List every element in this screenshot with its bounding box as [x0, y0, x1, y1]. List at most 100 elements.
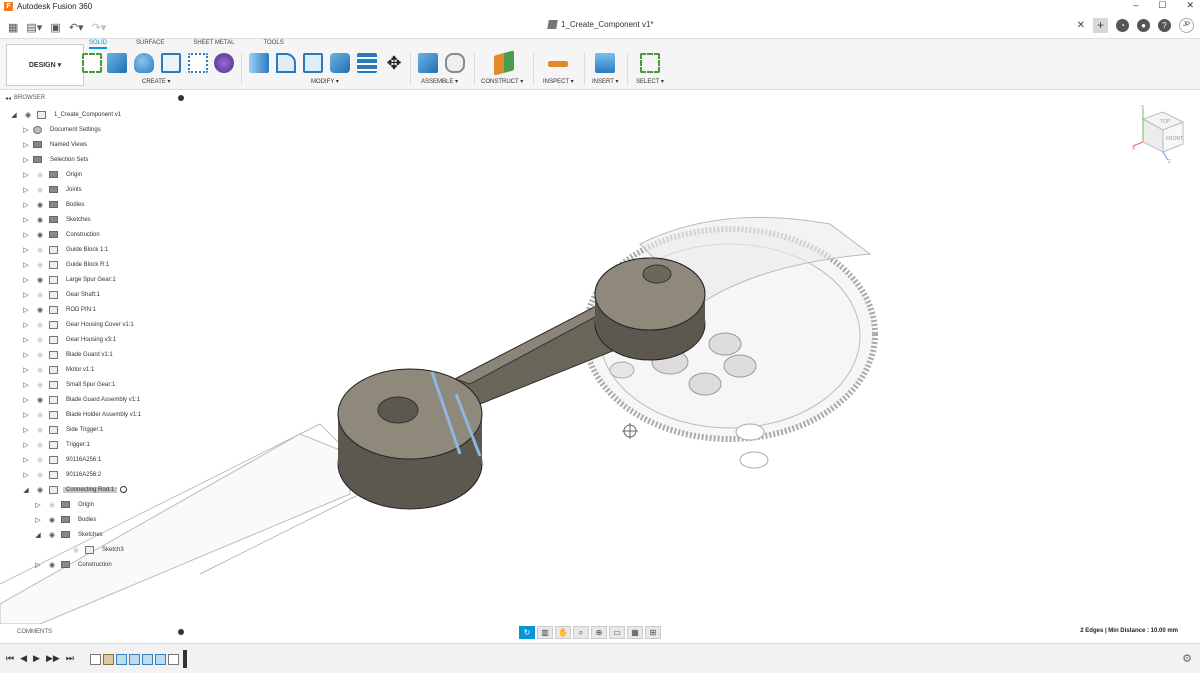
timeline-feature-item[interactable]: [116, 653, 127, 665]
expand-arrow-icon[interactable]: ▷: [22, 156, 30, 164]
help-icon[interactable]: ?: [1158, 19, 1171, 32]
press-pull-icon[interactable]: [249, 53, 269, 73]
file-menu-icon[interactable]: ▤▾: [26, 21, 42, 34]
new-component-icon[interactable]: [418, 53, 438, 73]
save-icon[interactable]: ▣: [50, 21, 60, 34]
comments-panel-header[interactable]: COMMENTS: [0, 626, 190, 638]
insert-group-label[interactable]: INSERT ▾: [592, 78, 618, 85]
visibility-eye-icon[interactable]: ◉: [34, 381, 46, 389]
expand-arrow-icon[interactable]: ▷: [34, 561, 42, 569]
browser-item[interactable]: ▷ ◉ Sketches: [22, 213, 94, 226]
browser-item[interactable]: ▷ ◉ Motor v1:1: [22, 363, 97, 376]
browser-item[interactable]: ▷ ◉ Construction: [22, 228, 103, 241]
browser-item[interactable]: ▷ ◉ 90116A256:1: [22, 453, 104, 466]
visibility-eye-icon[interactable]: ◉: [34, 486, 46, 494]
expand-arrow-icon[interactable]: ▷: [22, 141, 30, 149]
visibility-eye-icon[interactable]: ◉: [22, 111, 34, 119]
expand-arrow-icon[interactable]: ▷: [22, 126, 30, 134]
expand-arrow-icon[interactable]: ▷: [22, 291, 30, 299]
tab-tools[interactable]: TOOLS: [263, 40, 283, 49]
timeline-end-icon[interactable]: ⏭: [66, 653, 74, 664]
visibility-eye-icon[interactable]: ◉: [34, 231, 46, 239]
timeline-sketch-item[interactable]: [168, 653, 179, 665]
notifications-icon[interactable]: ●: [1137, 19, 1150, 32]
browser-item[interactable]: ▷ Named Views: [22, 138, 90, 151]
tab-sheet-metal[interactable]: SHEET METAL: [193, 40, 234, 49]
browser-item[interactable]: ▷ ◉ Origin: [22, 168, 85, 181]
assemble-group-label[interactable]: ASSEMBLE ▾: [421, 78, 458, 85]
visibility-eye-icon[interactable]: ◉: [70, 546, 82, 554]
visibility-eye-icon[interactable]: ◉: [34, 336, 46, 344]
browser-item[interactable]: ▷ ◉ 90116A256:2: [22, 468, 104, 481]
expand-arrow-icon[interactable]: ▷: [22, 441, 30, 449]
display-settings-icon[interactable]: ▭: [609, 625, 625, 639]
activate-component-icon[interactable]: [120, 486, 128, 493]
expand-arrow-icon[interactable]: ▷: [22, 471, 30, 479]
visibility-eye-icon[interactable]: ◉: [34, 366, 46, 374]
expand-arrow-icon[interactable]: ◢: [22, 486, 30, 494]
close-button[interactable]: ✕: [1186, 0, 1194, 11]
browser-child-item[interactable]: ▷ ◉ Construction: [34, 558, 115, 571]
expand-arrow-icon[interactable]: ▷: [22, 186, 30, 194]
visibility-eye-icon[interactable]: ◉: [34, 246, 46, 254]
timeline-feature-item[interactable]: [103, 653, 114, 665]
expand-arrow-icon[interactable]: ▷: [22, 411, 30, 419]
maximize-button[interactable]: ☐: [1158, 0, 1166, 11]
visibility-eye-icon[interactable]: ◉: [34, 411, 46, 419]
expand-arrow-icon[interactable]: ▷: [22, 261, 30, 269]
browser-child-item[interactable]: ▷ ◉ Origin: [34, 498, 97, 511]
expand-arrow-icon[interactable]: ▷: [22, 231, 30, 239]
job-status-icon[interactable]: ◔: [1116, 19, 1129, 32]
timeline-feature-item[interactable]: [155, 653, 166, 665]
joint-icon[interactable]: [445, 53, 465, 73]
create-form-icon[interactable]: [214, 53, 234, 73]
tree-root[interactable]: ◢ ◉ 1_Create_Component v1: [10, 108, 124, 121]
visibility-eye-icon[interactable]: ◉: [34, 186, 46, 194]
collapse-browser-icon[interactable]: ◂◂: [5, 95, 11, 102]
visibility-eye-icon[interactable]: ◉: [34, 426, 46, 434]
view-cube[interactable]: TOP FRONT X Y Z: [1128, 104, 1188, 164]
user-avatar[interactable]: JP: [1179, 18, 1194, 33]
timeline-back-icon[interactable]: ◀: [20, 653, 27, 664]
app-grid-icon[interactable]: ▦: [8, 21, 18, 34]
visibility-eye-icon[interactable]: ◉: [46, 516, 58, 524]
model-viewport[interactable]: [0, 104, 1200, 624]
undo-icon[interactable]: ↶▾: [69, 21, 84, 34]
look-at-icon[interactable]: ▥: [537, 625, 553, 639]
browser-item[interactable]: ▷ ◉ Joints: [22, 183, 85, 196]
comments-options-icon[interactable]: [178, 629, 184, 635]
visibility-eye-icon[interactable]: ◉: [34, 471, 46, 479]
shell-icon[interactable]: [303, 53, 323, 73]
expand-arrow-icon[interactable]: ▷: [22, 351, 30, 359]
browser-child-item[interactable]: ▷ ◉ Bodies: [34, 513, 99, 526]
expand-arrow-icon[interactable]: ◢: [10, 111, 18, 119]
grid-settings-icon[interactable]: ▦: [627, 625, 643, 639]
expand-arrow-icon[interactable]: ▷: [22, 276, 30, 284]
browser-child-item[interactable]: ◉ Sketch3: [58, 543, 127, 556]
browser-item[interactable]: ▷ ◉ Gear Housing Cover v1:1: [22, 318, 137, 331]
tab-solid[interactable]: SOLID: [89, 40, 108, 49]
expand-arrow-icon[interactable]: ▷: [22, 201, 30, 209]
modify-group-label[interactable]: MODIFY ▾: [311, 78, 339, 85]
zoom-window-icon[interactable]: ⊕: [591, 625, 607, 639]
select-group-label[interactable]: SELECT ▾: [636, 78, 664, 85]
expand-arrow-icon[interactable]: ▷: [22, 171, 30, 179]
split-body-icon[interactable]: [357, 53, 377, 73]
expand-arrow-icon[interactable]: ▷: [22, 246, 30, 254]
browser-item[interactable]: ▷ ◉ Side Trigger:1: [22, 423, 106, 436]
extrude-icon[interactable]: [107, 53, 127, 73]
move-copy-icon[interactable]: ✥: [384, 53, 404, 73]
hole-icon[interactable]: [161, 53, 181, 73]
expand-arrow-icon[interactable]: ▷: [34, 516, 42, 524]
timeline-start-icon[interactable]: ⏮: [6, 653, 14, 664]
workspace-switcher[interactable]: DESIGN ▾: [6, 44, 84, 86]
minimize-button[interactable]: –: [1133, 0, 1138, 11]
browser-item[interactable]: ▷ ◉ ROD PIN:1: [22, 303, 99, 316]
visibility-eye-icon[interactable]: ◉: [34, 201, 46, 209]
browser-child-item[interactable]: ◢ ◉ Sketches: [34, 528, 106, 541]
view-cube-front-label[interactable]: FRONT: [1166, 136, 1183, 142]
visibility-eye-icon[interactable]: ◉: [34, 306, 46, 314]
timeline-play-icon[interactable]: ▶: [33, 653, 40, 664]
document-tab[interactable]: 1_Create_Component v1*: [547, 20, 654, 29]
browser-item[interactable]: ▷ ◉ Blade Holder Assembly v1:1: [22, 408, 144, 421]
